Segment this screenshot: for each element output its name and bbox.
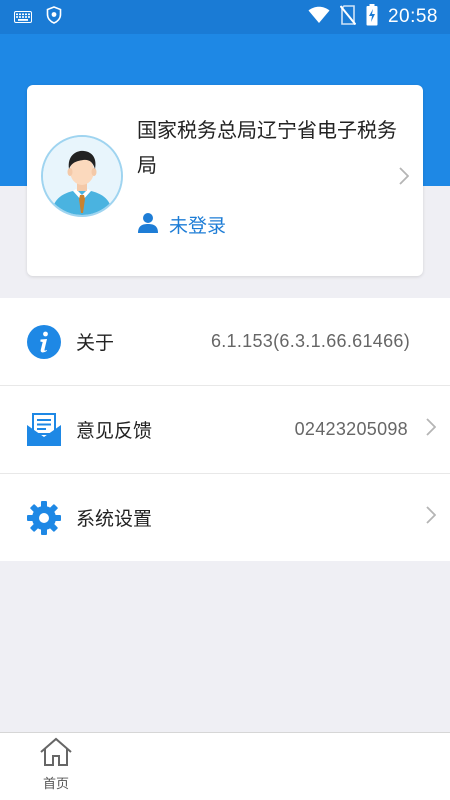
phone-value: 02423205098 — [294, 419, 408, 439]
menu-list: 关于 6.1.153(6.3.1.66.61466) 意见反馈 02423205… — [0, 298, 450, 561]
login-status: 未登录 — [169, 215, 227, 237]
org-name: 国家税务总局辽宁省电子税务局 — [137, 118, 397, 177]
nav-label-home: 首页 — [42, 777, 69, 792]
status-bar: 20:58 — [0, 0, 450, 34]
chevron-right-icon — [426, 506, 437, 528]
feedback-icon — [26, 412, 62, 448]
nav-home-tab[interactable]: 首页 — [30, 737, 82, 797]
gear-icon — [26, 500, 62, 536]
login-status-row[interactable]: 未登录 — [137, 211, 226, 238]
home-icon — [38, 737, 74, 771]
menu-label: 关于 — [76, 332, 115, 354]
status-time: 20:58 — [387, 6, 438, 27]
menu-label: 意见反馈 — [76, 420, 153, 442]
menu-label: 系统设置 — [76, 508, 153, 530]
menu-item-feedback[interactable]: 意见反馈 02423205098 — [0, 386, 450, 474]
chevron-right-icon — [426, 418, 437, 440]
battery-charging-icon — [366, 4, 378, 30]
menu-item-settings[interactable]: 系统设置 — [0, 474, 450, 561]
no-sim-icon — [339, 5, 357, 29]
info-icon — [26, 324, 62, 360]
person-icon — [137, 212, 159, 238]
shield-icon — [46, 6, 62, 28]
profile-card[interactable]: 国家税务总局辽宁省电子税务局 未登录 — [27, 85, 423, 276]
avatar-icon — [41, 135, 123, 217]
chevron-right-icon — [399, 167, 410, 189]
menu-item-about[interactable]: 关于 6.1.153(6.3.1.66.61466) — [0, 298, 450, 386]
keyboard-icon — [14, 8, 32, 27]
wifi-icon — [308, 6, 330, 28]
bottom-nav: 首页 — [0, 732, 450, 800]
version-value: 6.1.153(6.3.1.66.61466) — [210, 331, 410, 351]
